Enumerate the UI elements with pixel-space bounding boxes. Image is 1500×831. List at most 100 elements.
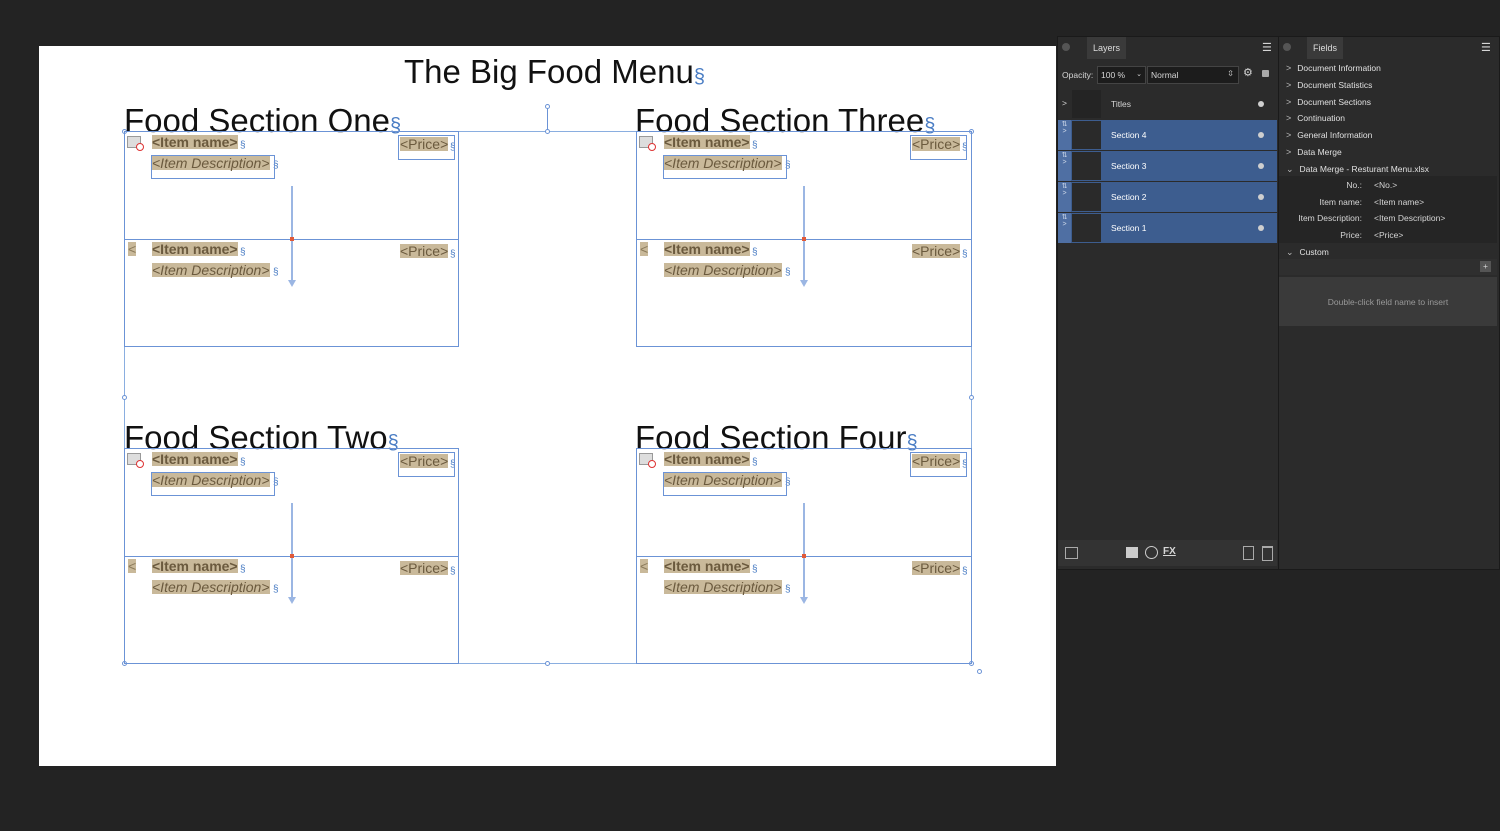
- chevron-right-icon: >: [1286, 63, 1292, 73]
- item-name-field[interactable]: <Item name>: [152, 559, 238, 573]
- selection-handle-extra[interactable]: [977, 669, 982, 674]
- field-group-document-information[interactable]: > Document Information: [1286, 63, 1381, 73]
- tab-fields[interactable]: Fields: [1307, 37, 1344, 59]
- data-merge-icon: [127, 136, 144, 151]
- visibility-icon[interactable]: [1258, 101, 1264, 107]
- node-point[interactable]: [290, 554, 294, 558]
- flow-arrow: [291, 186, 293, 280]
- add-field-button[interactable]: +: [1480, 261, 1491, 272]
- price-field[interactable]: <Price>: [912, 561, 961, 575]
- item-name-field[interactable]: <Item name>: [152, 135, 238, 149]
- node-point[interactable]: [290, 237, 294, 241]
- arrow-head-icon: [288, 280, 296, 287]
- selection-handle-tc[interactable]: [545, 129, 550, 134]
- page-title-text: The Big Food Menu: [404, 53, 694, 90]
- row-marker: <: [640, 558, 649, 574]
- rotation-handle[interactable]: [545, 104, 550, 109]
- field-value[interactable]: <Item name>: [1374, 197, 1424, 207]
- flow-arrow: [291, 503, 293, 597]
- opacity-label: Opacity:: [1062, 70, 1094, 80]
- arrow-head-icon: [800, 597, 808, 604]
- close-icon[interactable]: [1062, 43, 1070, 51]
- visibility-icon: [1258, 194, 1264, 200]
- layer-row-section-3[interactable]: ⇅ > Section 3: [1058, 151, 1277, 181]
- selection-handle-bc[interactable]: [545, 661, 550, 666]
- item-name-field[interactable]: <Item name>: [664, 559, 750, 573]
- item-name-field[interactable]: <Item name>: [664, 452, 750, 466]
- item-desc-field[interactable]: <Item Description>: [152, 580, 270, 594]
- blend-mode-select[interactable]: Normal ⇳: [1147, 66, 1239, 84]
- field-group-data-merge[interactable]: > Data Merge: [1286, 147, 1342, 157]
- visibility-icon: [1258, 163, 1264, 169]
- desc-frame: [151, 472, 275, 496]
- field-label: No.:: [1346, 180, 1362, 190]
- duplicate-icon[interactable]: [1065, 547, 1078, 559]
- row-marker: <: [128, 241, 137, 257]
- lock-icon[interactable]: [1262, 70, 1269, 77]
- field-group-continuation[interactable]: > Continuation: [1286, 113, 1345, 123]
- selection-handle-ml[interactable]: [122, 395, 127, 400]
- price-frame: [910, 135, 967, 160]
- mask-icon[interactable]: [1126, 547, 1138, 558]
- arrow-head-icon: [800, 280, 808, 287]
- field-group-custom[interactable]: ⌄ Custom: [1286, 247, 1329, 258]
- tab-layers[interactable]: Layers: [1087, 37, 1127, 59]
- arrow-head-icon: [288, 597, 296, 604]
- field-group-document-sections[interactable]: > Document Sections: [1286, 97, 1371, 107]
- node-point[interactable]: [802, 554, 806, 558]
- field-group-data-merge-xlsx[interactable]: ⌄ Data Merge - Resturant Menu.xlsx: [1286, 164, 1429, 175]
- layer-row-titles[interactable]: > Titles: [1058, 89, 1277, 119]
- visibility-icon: [1258, 132, 1264, 138]
- flow-arrow: [803, 186, 805, 280]
- layer-row-section-2[interactable]: ⇅ > Section 2: [1058, 182, 1277, 212]
- layer-row-section-4[interactable]: ⇅ > Section 4: [1058, 120, 1277, 150]
- menu-icon[interactable]: ☰: [1481, 41, 1491, 54]
- item-name-field[interactable]: <Item name>: [152, 242, 238, 256]
- data-merge-icon: [639, 136, 656, 151]
- selection-handle-mr[interactable]: [969, 395, 974, 400]
- layer-row-section-1[interactable]: ⇅ > Section 1: [1058, 213, 1277, 243]
- flow-arrow: [803, 503, 805, 597]
- field-value[interactable]: <Item Description>: [1374, 213, 1445, 223]
- item-desc-field[interactable]: <Item Description>: [664, 580, 782, 594]
- row-marker: <: [640, 241, 649, 257]
- field-group-general-information[interactable]: > General Information: [1286, 130, 1372, 140]
- item-name-field[interactable]: <Item name>: [152, 452, 238, 466]
- field-label: Price:: [1340, 230, 1362, 240]
- adjustment-icon[interactable]: [1145, 546, 1158, 559]
- fx-icon[interactable]: FX: [1163, 546, 1176, 557]
- desc-frame: [151, 155, 275, 179]
- close-icon[interactable]: [1283, 43, 1291, 51]
- item-name-field[interactable]: <Item name>: [664, 135, 750, 149]
- add-layer-icon[interactable]: [1243, 546, 1254, 560]
- hint-text: Double-click field name to insert: [1327, 297, 1449, 307]
- page-title[interactable]: The Big Food Menu§: [404, 55, 705, 88]
- price-field[interactable]: <Price>: [912, 244, 961, 258]
- row-marker: <: [128, 558, 137, 574]
- field-label: Item name:: [1319, 197, 1362, 207]
- price-frame: [398, 452, 455, 477]
- field-value[interactable]: <Price>: [1374, 230, 1403, 240]
- custom-toolbar: [1279, 259, 1497, 275]
- field-value[interactable]: <No.>: [1374, 180, 1397, 190]
- node-point[interactable]: [802, 237, 806, 241]
- data-merge-icon: [639, 453, 656, 468]
- price-frame: [910, 452, 967, 477]
- layer-thumbnail: [1072, 90, 1101, 118]
- desc-frame: [663, 155, 787, 179]
- pilcrow-mark: §: [693, 66, 705, 88]
- item-desc-field[interactable]: <Item Description>: [152, 263, 270, 277]
- field-group-document-statistics[interactable]: > Document Statistics: [1286, 80, 1372, 90]
- menu-icon[interactable]: ☰: [1262, 41, 1272, 54]
- price-field[interactable]: <Price>: [400, 244, 449, 258]
- opacity-field[interactable]: 100 % ⌄: [1097, 66, 1146, 84]
- gear-icon[interactable]: ⚙: [1243, 66, 1253, 79]
- data-merge-icon: [127, 453, 144, 468]
- trash-icon[interactable]: [1262, 546, 1273, 561]
- chevron-down-icon: ⌄: [1286, 164, 1294, 174]
- price-field[interactable]: <Price>: [400, 561, 449, 575]
- price-frame: [398, 135, 455, 160]
- item-name-field[interactable]: <Item name>: [664, 242, 750, 256]
- item-desc-field[interactable]: <Item Description>: [664, 263, 782, 277]
- visibility-icon: [1258, 225, 1264, 231]
